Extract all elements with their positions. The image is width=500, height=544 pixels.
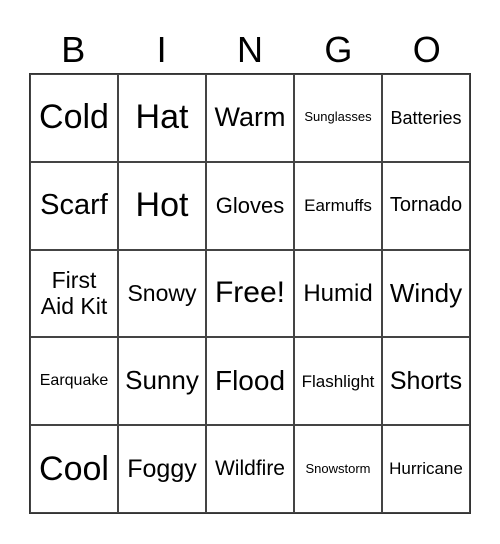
bingo-cell[interactable]: Snowstorm <box>294 425 382 513</box>
bingo-cell[interactable]: Windy <box>382 249 470 338</box>
bingo-cell[interactable]: Cool <box>30 425 118 513</box>
header-letter-g: G <box>324 29 353 70</box>
bingo-cell[interactable]: Hot <box>118 161 206 250</box>
header-letter-b: B <box>61 29 86 70</box>
header-letter-n: N <box>236 29 263 70</box>
bingo-cell[interactable]: Free! <box>206 249 294 338</box>
bingo-cell[interactable]: Flashlight <box>294 337 382 426</box>
bingo-cell[interactable]: Wildfire <box>206 425 294 513</box>
bingo-cell[interactable]: Scarf <box>30 161 118 250</box>
bingo-cell[interactable]: Hat <box>118 74 206 162</box>
bingo-cell[interactable]: Tornado <box>382 161 470 250</box>
bingo-cell[interactable]: Foggy <box>118 425 206 513</box>
bingo-cell[interactable]: Gloves <box>206 161 294 250</box>
bingo-cell[interactable]: Cold <box>30 74 118 162</box>
header-letter-o: O <box>412 29 441 70</box>
bingo-cell[interactable]: Earquake <box>30 337 118 426</box>
bingo-cell[interactable]: Hurricane <box>382 425 470 513</box>
bingo-cell[interactable]: Shorts <box>382 337 470 426</box>
bingo-cell[interactable]: Warm <box>206 74 294 162</box>
bingo-cell[interactable]: Snowy <box>118 249 206 338</box>
bingo-header: B I N G O <box>29 28 471 72</box>
bingo-cell[interactable]: Batteries <box>382 74 470 162</box>
bingo-cell[interactable]: Sunglasses <box>294 74 382 162</box>
bingo-cell[interactable]: Sunny <box>118 337 206 426</box>
bingo-cell[interactable]: Earmuffs <box>294 161 382 250</box>
bingo-grid: Cold Hat Warm Sunglasses Batteries Scarf Hot Gl… <box>29 73 471 514</box>
bingo-cell[interactable]: First Aid Kit <box>30 249 118 338</box>
header-letter-i: I <box>156 29 167 70</box>
bingo-cell[interactable]: Flood <box>206 337 294 426</box>
bingo-cell[interactable]: Humid <box>294 249 382 338</box>
